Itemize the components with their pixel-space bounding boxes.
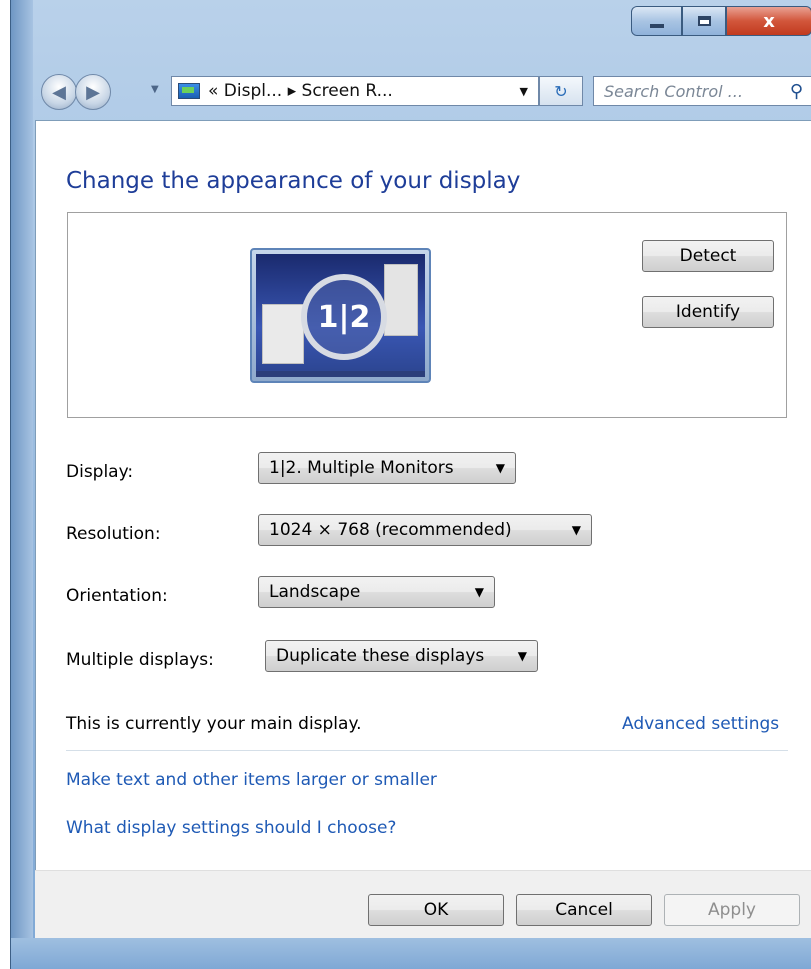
apply-button[interactable]: Apply	[664, 894, 800, 926]
recent-pages-dropdown[interactable]: ▼	[151, 84, 159, 95]
orientation-label: Orientation:	[66, 586, 168, 606]
display-dropdown[interactable]: 1|2. Multiple Monitors ▼	[258, 452, 516, 484]
window-frame-bottom	[11, 938, 811, 969]
orientation-dropdown[interactable]: Landscape ▼	[258, 576, 495, 608]
back-button[interactable]: ◀	[41, 74, 77, 110]
cancel-button[interactable]: Cancel	[516, 894, 652, 926]
close-icon: x	[763, 10, 775, 32]
refresh-button[interactable]: ↻	[539, 76, 583, 106]
text-size-link[interactable]: Make text and other items larger or smal…	[66, 770, 437, 790]
search-icon[interactable]: ⚲	[790, 81, 803, 102]
preview-window-left	[262, 304, 304, 364]
divider	[66, 750, 788, 751]
back-arrow-icon: ◀	[52, 81, 66, 103]
chevron-down-icon: ▼	[495, 461, 505, 475]
forward-button[interactable]: ▶	[75, 74, 111, 110]
search-input[interactable]: Search Control ...	[604, 82, 743, 101]
refresh-icon: ↻	[554, 81, 568, 101]
address-bar[interactable]: « Displ... ▸ Screen R... ▼	[171, 76, 539, 106]
orientation-value: Landscape	[269, 582, 361, 602]
page-title: Change the appearance of your display	[66, 168, 521, 194]
multiple-displays-label: Multiple displays:	[66, 650, 214, 670]
monitor-screen: 1|2	[256, 254, 425, 377]
maximize-icon	[697, 16, 711, 26]
multiple-displays-value: Duplicate these displays	[276, 646, 485, 666]
identify-button[interactable]: Identify	[642, 296, 774, 328]
address-dropdown-icon[interactable]: ▼	[520, 85, 528, 98]
resolution-dropdown[interactable]: 1024 × 768 (recommended) ▼	[258, 514, 592, 546]
display-help-link[interactable]: What display settings should I choose?	[66, 818, 396, 838]
minimize-button[interactable]	[631, 6, 682, 36]
preview-taskbar	[256, 371, 425, 377]
caption-buttons: x	[631, 6, 811, 38]
breadcrumb: « Displ... ▸ Screen R...	[208, 81, 393, 101]
preview-window-right	[384, 264, 418, 336]
window-frame-left	[11, 0, 33, 969]
close-button[interactable]: x	[726, 6, 811, 36]
main-display-message: This is currently your main display.	[66, 714, 362, 734]
monitor-thumbnail[interactable]: 1|2	[250, 248, 431, 383]
display-label: Display:	[66, 462, 134, 482]
monitor-number-badge: 1|2	[301, 274, 387, 360]
resolution-label: Resolution:	[66, 524, 161, 544]
multiple-displays-dropdown[interactable]: Duplicate these displays ▼	[265, 640, 538, 672]
forward-arrow-icon: ▶	[86, 81, 100, 103]
display-icon	[178, 83, 200, 99]
resolution-value: 1024 × 768 (recommended)	[269, 520, 512, 540]
search-box[interactable]: Search Control ... ⚲	[593, 76, 811, 106]
advanced-settings-link[interactable]: Advanced settings	[622, 714, 779, 734]
chevron-down-icon: ▼	[474, 585, 484, 599]
display-value: 1|2. Multiple Monitors	[269, 458, 454, 478]
maximize-button[interactable]	[682, 6, 726, 36]
chevron-down-icon: ▼	[571, 523, 581, 537]
ok-button[interactable]: OK	[368, 894, 504, 926]
minimize-icon	[649, 24, 664, 28]
chevron-down-icon: ▼	[517, 649, 527, 663]
detect-button[interactable]: Detect	[642, 240, 774, 272]
